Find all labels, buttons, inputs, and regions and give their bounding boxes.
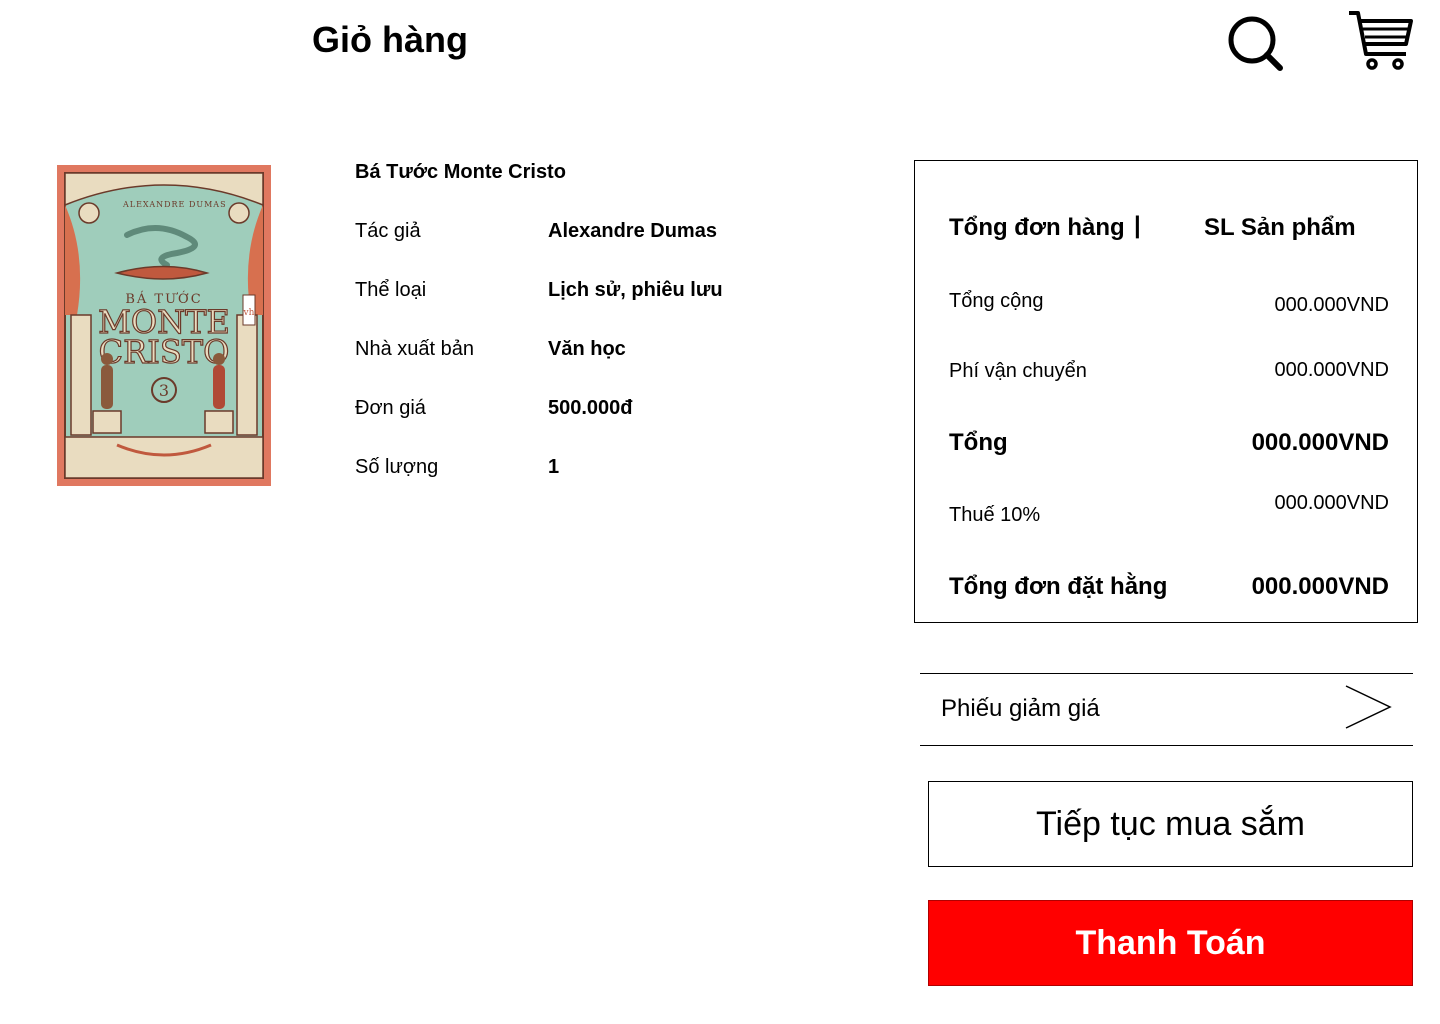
shipping-fee-label: Phí vận chuyển (949, 360, 1087, 382)
cover-volume-number: 3 (159, 381, 169, 400)
tax-value: 000.000VND (1274, 492, 1389, 514)
order-summary-panel: Tổng đơn hàng | SL Sản phẩm Tổng cộng 00… (914, 160, 1418, 623)
author-label: Tác giả (355, 220, 421, 242)
total-label: Tổng (949, 429, 1008, 456)
coupon-label: Phiếu giảm giá (941, 695, 1100, 722)
unit-price-label: Đơn giá (355, 397, 426, 419)
heading-separator: | (1134, 212, 1141, 239)
page-title: Giỏ hàng (312, 19, 468, 60)
genre-label: Thể loại (355, 279, 427, 301)
total-value: 000.000VND (1251, 429, 1389, 456)
author-value: Alexandre Dumas (548, 220, 717, 242)
unit-price-value: 500.000đ (548, 397, 633, 419)
genre-value: Lịch sử, phiêu lưu (548, 279, 723, 301)
search-icon[interactable] (1226, 14, 1284, 72)
chevron-right-icon[interactable] (1344, 684, 1392, 730)
continue-shopping-button[interactable]: Tiếp tục mua sắm (928, 781, 1413, 867)
subtotal-label: Tổng cộng (949, 290, 1044, 312)
checkout-button[interactable]: Thanh Toán (928, 900, 1413, 986)
publisher-value: Văn học (548, 338, 626, 360)
quantity-value[interactable]: 1 (548, 455, 559, 479)
book-cover-image[interactable]: ALEXANDRE DUMAS BÁ TƯỚC MONTE CRISTO 3 v… (57, 165, 271, 486)
coupon-row[interactable]: Phiếu giảm giá (920, 673, 1413, 746)
cover-author-text: ALEXANDRE DUMAS (122, 200, 227, 209)
cover-title-line2: CRISTO (99, 333, 230, 371)
subtotal-value: 000.000VND (1274, 294, 1389, 316)
grand-total-value: 000.000VND (1251, 573, 1389, 600)
quantity-label: Số lượng (355, 456, 439, 478)
cover-publisher-mark: vh (243, 308, 255, 318)
order-total-heading: Tổng đơn hàng (949, 214, 1125, 241)
shipping-fee-value: 000.000VND (1274, 359, 1389, 381)
cart-icon[interactable] (1346, 8, 1414, 72)
product-count-heading: SL Sản phẩm (1204, 214, 1356, 241)
tax-label: Thuế 10% (949, 504, 1041, 526)
grand-total-label: Tổng đơn đặt hằng (949, 573, 1168, 600)
book-title[interactable]: Bá Tước Monte Cristo (355, 160, 566, 184)
publisher-label: Nhà xuất bản (355, 338, 474, 360)
